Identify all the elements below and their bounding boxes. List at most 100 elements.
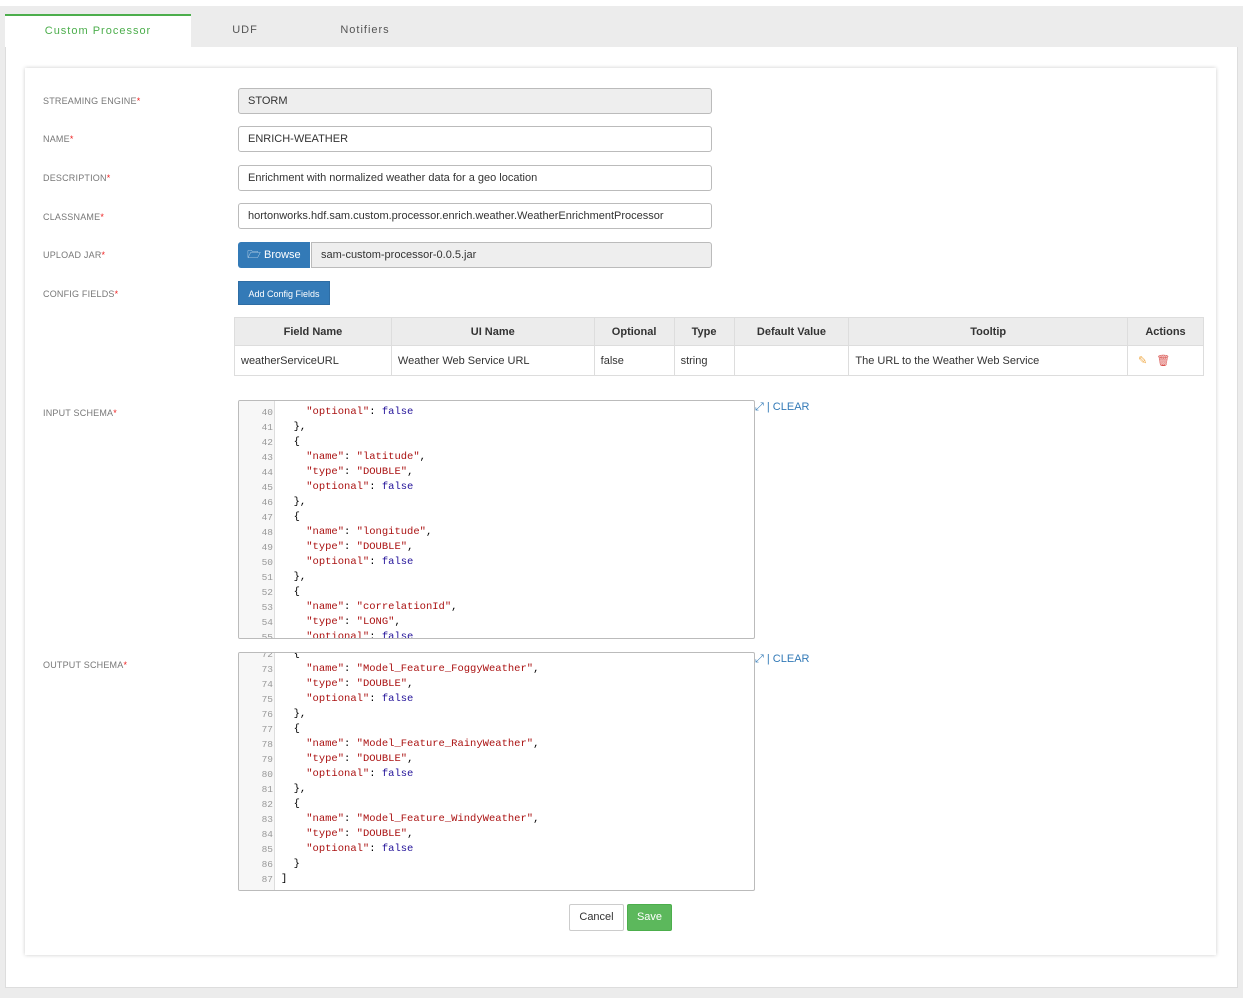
line-number: 51 (261, 572, 273, 583)
name-label: NAME* (43, 134, 74, 144)
code-line: 43 "name": "latitude", (239, 450, 754, 465)
line-number: 86 (261, 859, 273, 870)
header-type: Type (673, 317, 735, 346)
code-text: "optional": false (306, 843, 414, 855)
code-line: 73 "name": "Model_Feature_FoggyWeather", (239, 662, 754, 677)
line-number: 81 (261, 784, 273, 795)
code-text: }, (281, 783, 307, 795)
cell-default-value (733, 345, 850, 376)
table-header-row: Field Name UI Name Optional Type Default… (234, 317, 1204, 346)
code-text: }, (281, 421, 307, 433)
code-line: 74 "type": "DOUBLE", (239, 677, 754, 692)
line-number: 52 (261, 587, 273, 598)
output-schema-actions: ⤢ | CLEAR (755, 653, 809, 666)
line-number: 74 (261, 679, 273, 690)
input-schema-label: INPUT SCHEMA* (43, 408, 117, 418)
cell-field-name: weatherServiceURL (234, 345, 392, 376)
header-actions: Actions (1127, 317, 1204, 346)
code-line: 81 }, (239, 782, 754, 797)
save-button[interactable]: Save (627, 904, 672, 931)
code-line: 47 { (239, 510, 754, 525)
browse-label: Browse (264, 249, 301, 261)
description-input[interactable]: Enrichment with normalized weather data … (238, 165, 712, 191)
tab-notifiers[interactable]: Notifiers (299, 14, 431, 47)
line-number: 84 (261, 829, 273, 840)
code-line: 48 "name": "longitude", (239, 525, 754, 540)
classname-label: CLASSNAME* (43, 212, 105, 222)
cell-optional: false (593, 345, 675, 376)
line-number: 73 (261, 664, 273, 675)
code-line: 87] (239, 872, 754, 887)
line-number: 41 (261, 422, 273, 433)
expand-icon[interactable]: ⤢ (755, 401, 764, 413)
input-clear-link[interactable]: CLEAR (773, 401, 810, 413)
code-text: }, (281, 496, 307, 508)
line-number: 85 (261, 844, 273, 855)
add-config-fields-button[interactable]: Add Config Fields (238, 281, 330, 305)
code-text: "name": "correlationId", (306, 601, 458, 613)
expand-icon[interactable]: ⤢ (755, 653, 764, 665)
code-text: "optional": false (306, 768, 414, 780)
cell-actions: ✎ 🗑 (1127, 345, 1204, 376)
code-text: { (281, 436, 300, 448)
code-line: 54 "type": "LONG", (239, 615, 754, 630)
code-line: 53 "name": "correlationId", (239, 600, 754, 615)
cell-tooltip: The URL to the Weather Web Service (848, 345, 1128, 376)
code-line: 80 "optional": false (239, 767, 754, 782)
line-number: 87 (261, 874, 273, 885)
folder-open-icon: 🗁 (247, 249, 261, 261)
line-number: 47 (261, 512, 273, 523)
line-number: 55 (261, 632, 273, 639)
header-optional: Optional (593, 317, 675, 346)
line-number: 53 (261, 602, 273, 613)
tab-custom-processor[interactable]: Custom Processor (5, 14, 191, 47)
code-line: 55 "optional": false (239, 630, 754, 639)
edit-pencil-icon[interactable]: ✎ (1138, 355, 1147, 367)
code-text: "type": "DOUBLE", (306, 828, 414, 840)
code-line: 85 "optional": false (239, 842, 754, 857)
code-line: 51 }, (239, 570, 754, 585)
code-line: 49 "type": "DOUBLE", (239, 540, 754, 555)
code-line: 46 }, (239, 495, 754, 510)
config-fields-table: Field Name UI Name Optional Type Default… (234, 317, 1204, 376)
code-line: 42 { (239, 435, 754, 450)
code-line: 86 } (239, 857, 754, 872)
line-number: 48 (261, 527, 273, 538)
separator: | (766, 653, 770, 665)
output-clear-link[interactable]: CLEAR (773, 653, 810, 665)
code-line: 40 "optional": false (239, 405, 754, 420)
description-label: DESCRIPTION* (43, 173, 111, 183)
streaming-engine-label: STREAMING ENGINE* (43, 96, 141, 106)
line-number: 44 (261, 467, 273, 478)
browse-button[interactable]: 🗁 Browse (238, 242, 310, 268)
code-text: }, (281, 708, 307, 720)
classname-input[interactable]: hortonworks.hdf.sam.custom.processor.enr… (238, 203, 712, 229)
code-text: "type": "DOUBLE", (306, 466, 414, 478)
code-text: "optional": false (306, 631, 414, 639)
name-input[interactable]: ENRICH-WEATHER (238, 126, 712, 152)
header-ui-name: UI Name (390, 317, 595, 346)
line-number: 42 (261, 437, 273, 448)
code-text: "name": "Model_Feature_WindyWeather", (306, 813, 540, 825)
line-number: 83 (261, 814, 273, 825)
code-line: 72 { (239, 653, 754, 662)
header-default-value: Default Value (733, 317, 850, 346)
code-text: "optional": false (306, 481, 414, 493)
code-line: 78 "name": "Model_Feature_RainyWeather", (239, 737, 754, 752)
code-line: 83 "name": "Model_Feature_WindyWeather", (239, 812, 754, 827)
line-number: 45 (261, 482, 273, 493)
line-number: 46 (261, 497, 273, 508)
code-text: { (281, 511, 300, 523)
code-line: 52 { (239, 585, 754, 600)
line-number: 79 (261, 754, 273, 765)
cancel-button[interactable]: Cancel (569, 904, 624, 931)
tab-udf[interactable]: UDF (191, 14, 299, 47)
streaming-engine-field: STORM (238, 88, 712, 114)
output-schema-editor[interactable]: 72 {73 "name": "Model_Feature_FoggyWeath… (238, 652, 755, 891)
line-number: 76 (261, 709, 273, 720)
cell-ui-name: Weather Web Service URL (390, 345, 595, 376)
input-schema-editor[interactable]: 39 "type": "STRING",40 "optional": false… (238, 400, 755, 639)
upload-jar-label: UPLOAD JAR* (43, 250, 106, 260)
line-number: 49 (261, 542, 273, 553)
delete-trash-icon[interactable]: 🗑 (1156, 355, 1170, 367)
